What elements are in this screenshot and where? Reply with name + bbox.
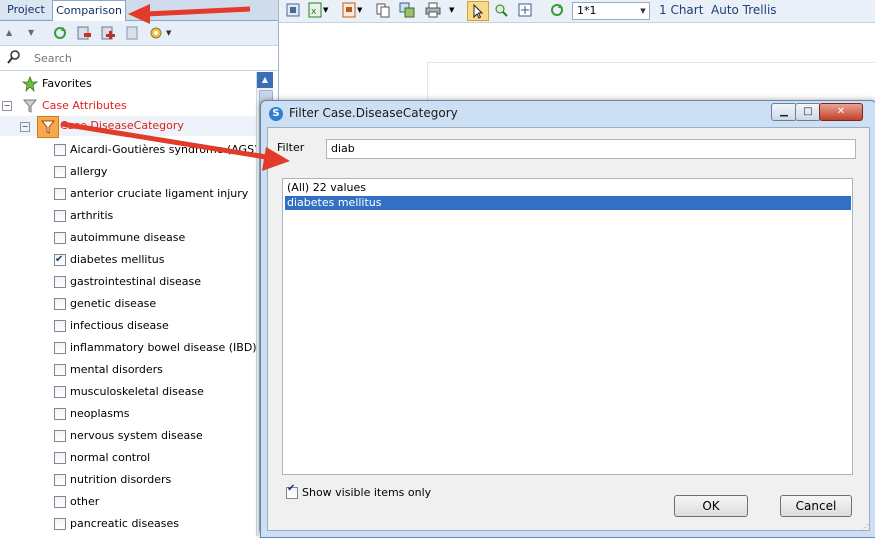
annotation-arrow (61, 121, 290, 171)
annotation-arrow (128, 4, 251, 24)
annotation-layer (61, 4, 290, 171)
